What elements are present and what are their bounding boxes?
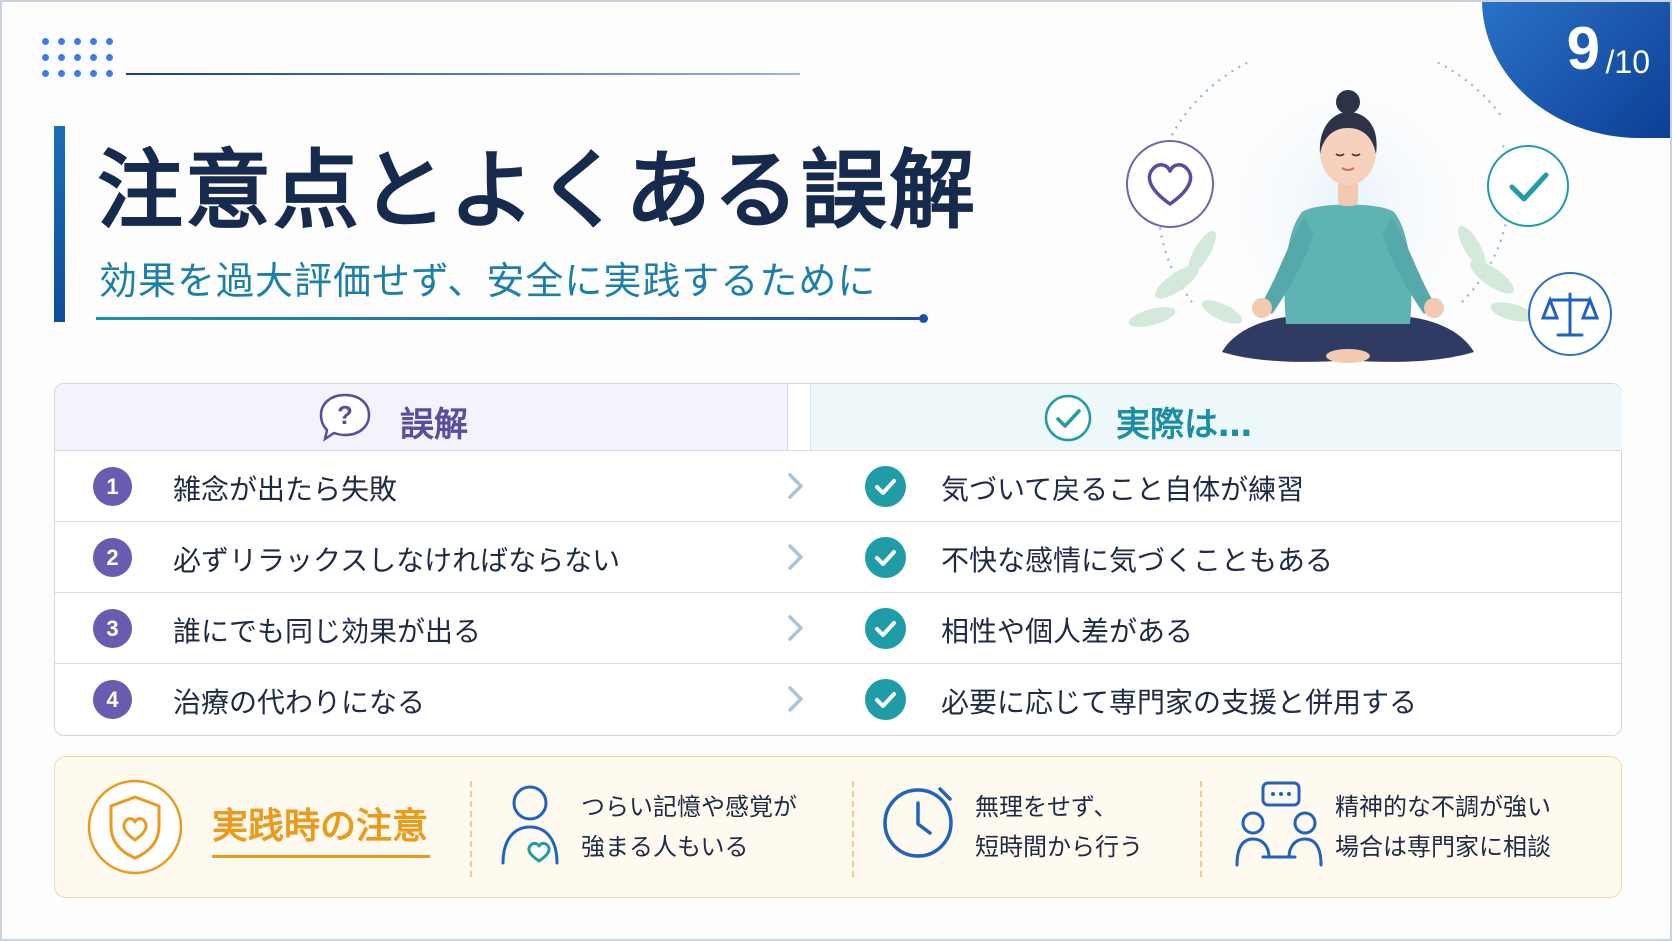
caution-title: 実践時の注意 bbox=[212, 806, 429, 847]
fact-column-header: 実際は… bbox=[810, 384, 1622, 450]
chevron-right-icon bbox=[788, 473, 803, 499]
divider bbox=[470, 781, 472, 877]
myth-text: 必ずリラックスしなければならない bbox=[173, 544, 621, 577]
meditation-illustration bbox=[1126, 62, 1612, 372]
fact-text: 相性や個人差がある bbox=[941, 615, 1194, 648]
myth-vs-fact-table: ? 誤解 実際は… 1 雑念が出たら失敗 気づいて戻ること自体が練習 2 必ずリ… bbox=[54, 383, 1622, 736]
person-heart-icon bbox=[501, 785, 559, 865]
slide: 9 /10 注意点とよくある誤解 効果を過大評価せず、安全に実践するために ? … bbox=[0, 0, 1672, 941]
table-row: 2 必ずリラックスしなければならない 不快な感情に気づくこともある bbox=[55, 521, 1621, 592]
page-subtitle: 効果を過大評価せず、安全に実践するために bbox=[99, 259, 877, 303]
caution-line-2: 場合は専門家に相談 bbox=[1335, 833, 1551, 861]
myth-text: 誰にでも同じ効果が出る bbox=[173, 615, 482, 648]
row-number: 4 bbox=[93, 680, 132, 719]
title-accent-bar bbox=[54, 126, 65, 322]
divider bbox=[1200, 781, 1202, 877]
check-circle-icon bbox=[1044, 394, 1092, 442]
myth-text: 雑念が出たら失敗 bbox=[173, 473, 398, 506]
chevron-right-icon bbox=[788, 686, 803, 712]
balance-scale-icon bbox=[1528, 272, 1612, 356]
check-icon bbox=[865, 679, 906, 720]
divider bbox=[852, 781, 854, 877]
consultation-icon bbox=[1235, 781, 1323, 867]
row-number: 3 bbox=[93, 609, 132, 648]
myth-column-header: ? 誤解 bbox=[55, 384, 788, 450]
myth-header-label: 誤解 bbox=[400, 405, 468, 445]
question-bubble-icon: ? bbox=[319, 393, 371, 442]
caution-line-1: 無理をせず、 bbox=[975, 793, 1118, 821]
svg-text:?: ? bbox=[337, 400, 353, 430]
subtitle-underline bbox=[96, 314, 928, 323]
caution-panel: 実践時の注意 つらい記憶や感覚が 強まる人もいる 無理をせず、 短時間から行う … bbox=[54, 756, 1622, 898]
check-icon bbox=[865, 537, 906, 578]
chevron-right-icon bbox=[788, 615, 803, 641]
decorative-dots bbox=[42, 38, 113, 82]
caution-line-2: 短時間から行う bbox=[975, 833, 1143, 861]
table-row: 3 誰にでも同じ効果が出る 相性や個人差がある bbox=[55, 592, 1621, 663]
shield-heart-icon bbox=[87, 779, 183, 875]
row-number: 1 bbox=[93, 467, 132, 506]
caution-line-1: 精神的な不調が強い bbox=[1335, 793, 1551, 821]
chevron-right-icon bbox=[788, 544, 803, 570]
heart-icon bbox=[1126, 140, 1214, 228]
fact-text: 不快な感情に気づくこともある bbox=[941, 544, 1334, 577]
fact-header-label: 実際は… bbox=[1116, 405, 1252, 445]
clock-icon bbox=[883, 787, 953, 858]
myth-text: 治療の代わりになる bbox=[173, 686, 426, 719]
fact-text: 気づいて戻ること自体が練習 bbox=[941, 473, 1305, 506]
caution-line-1: つらい記憶や感覚が bbox=[581, 793, 797, 821]
page-title: 注意点とよくある誤解 bbox=[97, 141, 977, 241]
check-icon bbox=[1487, 145, 1569, 227]
table-row: 1 雑念が出たら失敗 気づいて戻ること自体が練習 bbox=[55, 450, 1621, 521]
caution-line-2: 強まる人もいる bbox=[581, 833, 749, 861]
row-number: 2 bbox=[93, 538, 132, 577]
caution-title-underline bbox=[212, 855, 430, 858]
top-divider bbox=[126, 73, 800, 75]
check-icon bbox=[865, 608, 906, 649]
table-row: 4 治療の代わりになる 必要に応じて専門家の支援と併用する bbox=[55, 663, 1621, 734]
check-icon bbox=[865, 466, 906, 507]
fact-text: 必要に応じて専門家の支援と併用する bbox=[941, 686, 1418, 719]
